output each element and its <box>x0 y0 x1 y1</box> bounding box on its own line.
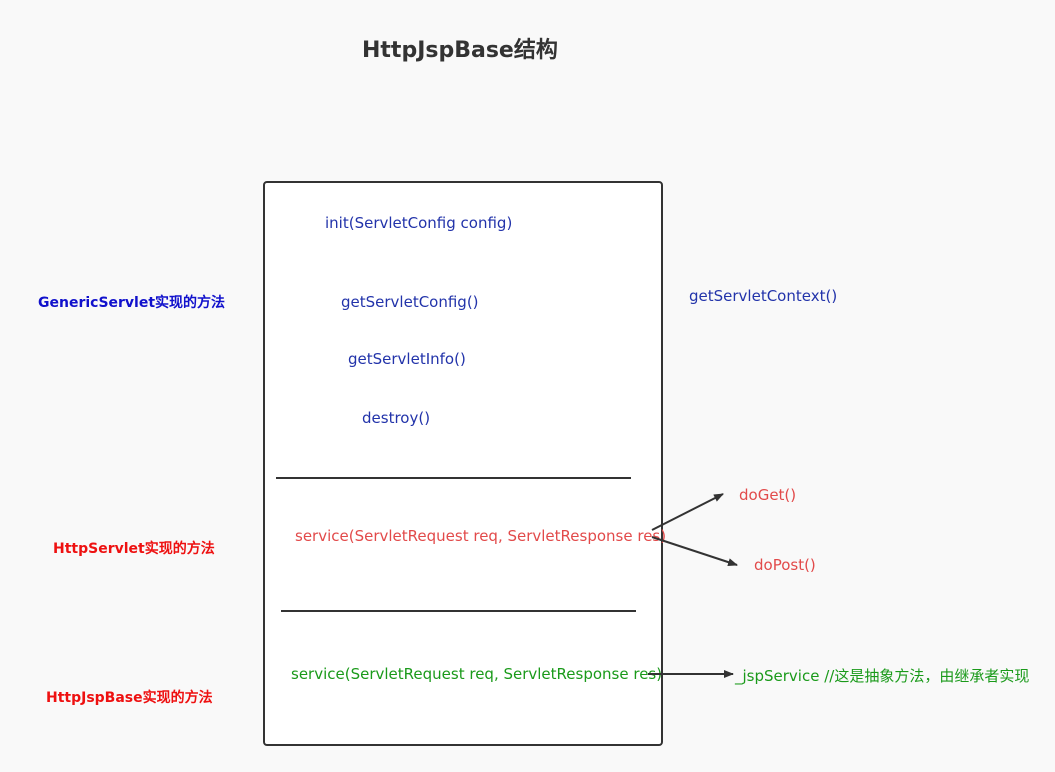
arrow-to-doget <box>651 493 724 531</box>
arrow-to-dopost <box>651 536 738 566</box>
arrows-layer <box>648 493 738 678</box>
